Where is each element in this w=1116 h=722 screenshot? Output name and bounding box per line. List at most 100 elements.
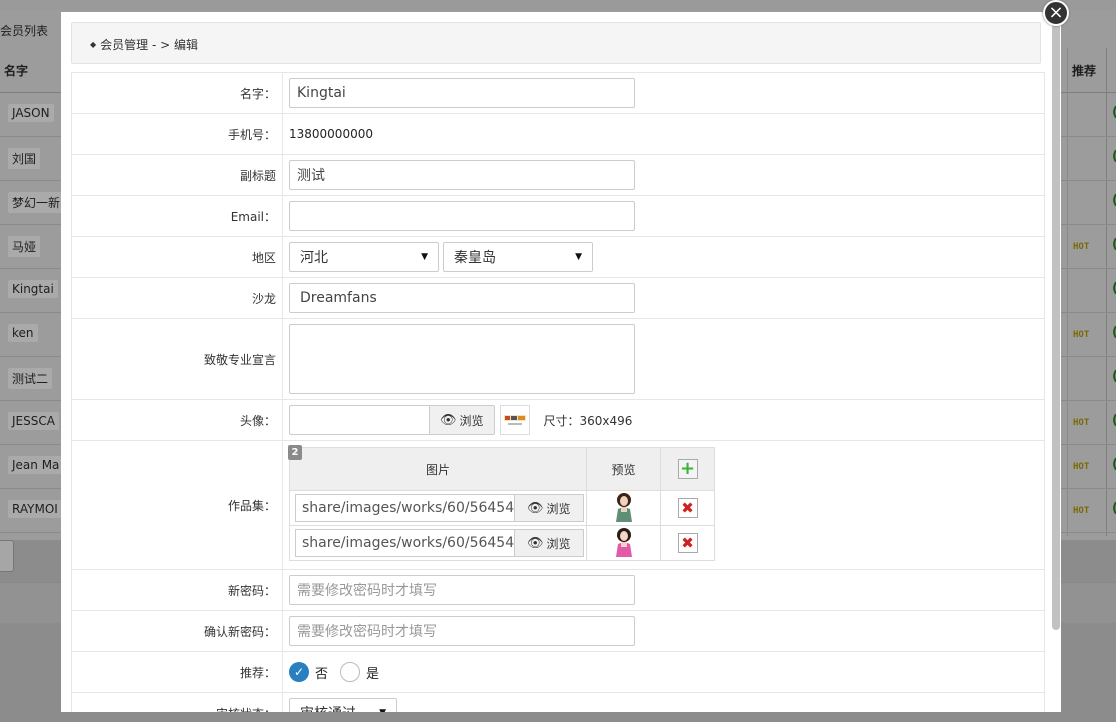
phone-value: 13800000000 (289, 127, 373, 141)
brand-logo-icon (503, 415, 526, 425)
works-col-image: 图片 (289, 447, 587, 491)
form-row-tribute: 致敬专业宣言 (72, 319, 1044, 400)
form-row-region: 地区 河北 ▼ 秦皇岛 ▼ (72, 237, 1044, 278)
form-row-subtitle: 副标题 测试 (72, 155, 1044, 196)
tribute-label: 致敬专业宣言 (72, 319, 283, 399)
avatar-label: 头像： (72, 400, 283, 440)
avatar-size-hint: 尺寸：360x496 (543, 413, 633, 428)
status-icon: ( (1112, 501, 1116, 516)
member-name-tag: JESSCA (8, 412, 59, 430)
hot-badge: HOT (1073, 462, 1090, 472)
form-row-confirm-password: 确认新密码： 需要修改密码时才填写 (72, 611, 1044, 652)
works-col-actions: + (660, 447, 715, 491)
caret-down-icon: ▼ (421, 252, 428, 262)
hot-badge: HOT (1073, 418, 1090, 428)
hot-badge: HOT (1073, 242, 1090, 252)
form-row-email: Email： (72, 196, 1044, 237)
eye-icon: 👁 (440, 412, 457, 428)
member-name-tag: 马娅 (8, 236, 41, 257)
audit-select[interactable]: 审核通过 ▼ (289, 698, 397, 712)
col-header-recommend: 推荐 (1072, 64, 1097, 78)
member-edit-form: 名字： Kingtai 手机号： 13800000000 副标题 测试 Emai… (71, 72, 1045, 712)
edit-member-dialog: ◆ 会员管理 - > 编辑 名字： Kingtai 手机号： 1380000000… (61, 12, 1061, 712)
name-input[interactable]: Kingtai (289, 78, 635, 108)
new-password-label: 新密码： (72, 570, 283, 610)
audit-label: 审核状态： (72, 693, 283, 712)
status-icon: ( (1112, 281, 1116, 296)
form-row-works: 作品集： 2 图片 预览 + share/images/works/60/564… (72, 441, 1044, 570)
phone-label: 手机号： (72, 114, 283, 154)
audit-value: 审核通过 (300, 703, 356, 712)
add-work-button[interactable]: + (677, 459, 698, 479)
background-topbar (0, 0, 1116, 10)
form-row-name: 名字： Kingtai (72, 73, 1044, 114)
subtitle-label: 副标题 (72, 155, 283, 195)
delete-work-button[interactable]: ✖ (677, 498, 698, 518)
recommend-no-radio[interactable]: ✓ (289, 662, 309, 682)
caret-down-icon: ▼ (575, 252, 582, 262)
pager-button[interactable] (0, 540, 14, 572)
browse-label: 浏览 (546, 536, 571, 551)
confirm-password-input[interactable]: 需要修改密码时才填写 (289, 616, 635, 646)
recommend-yes-radio[interactable] (340, 662, 361, 682)
form-row-phone: 手机号： 13800000000 (72, 114, 1044, 155)
work-browse-button[interactable]: 👁 浏览 (515, 529, 584, 557)
email-label: Email： (72, 196, 283, 236)
eye-icon: 👁 (527, 500, 544, 516)
city-value: 秦皇岛 (454, 250, 496, 266)
breadcrumb-text: 会员管理 - > 编辑 (100, 38, 198, 52)
avatar-file-input[interactable] (289, 405, 429, 435)
member-name-tag: RAYMOI (8, 500, 62, 518)
new-password-input[interactable]: 需要修改密码时才填写 (289, 575, 635, 605)
work-row: share/images/works/60/56454da 👁 浏览 ✖ (289, 525, 715, 561)
member-name-tag: JASON (8, 104, 54, 122)
form-row-salon: 沙龙 Dreamfans (72, 278, 1044, 319)
form-row-avatar: 头像： 👁 浏览 尺寸：360x496 (72, 400, 1044, 441)
new-password-placeholder: 需要修改密码时才填写 (297, 583, 437, 599)
member-name-tag: 梦幻一新 (8, 192, 65, 213)
browse-label: 浏览 (459, 413, 484, 428)
member-name-tag: ken (8, 324, 38, 342)
close-dialog-button[interactable]: × (1043, 0, 1069, 26)
tribute-textarea[interactable] (289, 324, 635, 394)
delete-work-button[interactable]: ✖ (677, 533, 698, 553)
member-name-tag: Kingtai (8, 280, 58, 298)
work-row: share/images/works/60/56454da 👁 浏览 ✖ (289, 490, 715, 526)
salon-input[interactable]: Dreamfans (289, 283, 635, 313)
province-value: 河北 (300, 250, 328, 266)
work-path-input[interactable]: share/images/works/60/56454da (295, 529, 515, 557)
member-list-title: 会员列表 (0, 24, 49, 38)
form-row-recommend: 推荐： ✓ 否 是 (72, 652, 1044, 693)
email-input[interactable] (289, 201, 635, 231)
work-browse-button[interactable]: 👁 浏览 (515, 494, 584, 522)
bullet-icon: ◆ (90, 40, 97, 49)
status-icon: ( (1112, 369, 1116, 384)
breadcrumb: ◆ 会员管理 - > 编辑 (71, 22, 1041, 64)
region-label: 地区 (72, 237, 283, 277)
status-icon: ( (1112, 413, 1116, 428)
name-label: 名字： (72, 73, 283, 113)
status-icon: ( (1112, 149, 1116, 164)
works-table: 图片 预览 + share/images/works/60/56454da 👁 浏… (289, 447, 715, 561)
province-select[interactable]: 河北 ▼ (289, 242, 439, 272)
eye-icon: 👁 (527, 535, 544, 551)
status-icon: ( (1112, 325, 1116, 340)
confirm-password-placeholder: 需要修改密码时才填写 (297, 624, 437, 640)
status-icon: ( (1112, 105, 1116, 120)
member-name-tag: 测试二 (8, 368, 53, 389)
city-select[interactable]: 秦皇岛 ▼ (443, 242, 593, 272)
avatar-thumbnail (499, 405, 530, 435)
avatar-browse-button[interactable]: 👁 浏览 (429, 405, 495, 435)
close-icon: × (1048, 2, 1064, 23)
caret-down-icon: ▼ (379, 708, 386, 712)
work-path-input[interactable]: share/images/works/60/56454da (295, 494, 515, 522)
work-preview-thumbnail (615, 492, 632, 522)
hot-badge: HOT (1073, 330, 1090, 340)
browse-label: 浏览 (546, 501, 571, 516)
confirm-password-label: 确认新密码： (72, 611, 283, 651)
subtitle-input[interactable]: 测试 (289, 160, 635, 190)
works-col-preview: 预览 (586, 447, 661, 491)
salon-label: 沙龙 (72, 278, 283, 318)
status-icon: ( (1112, 237, 1116, 252)
dialog-scrollbar[interactable] (1052, 22, 1060, 630)
